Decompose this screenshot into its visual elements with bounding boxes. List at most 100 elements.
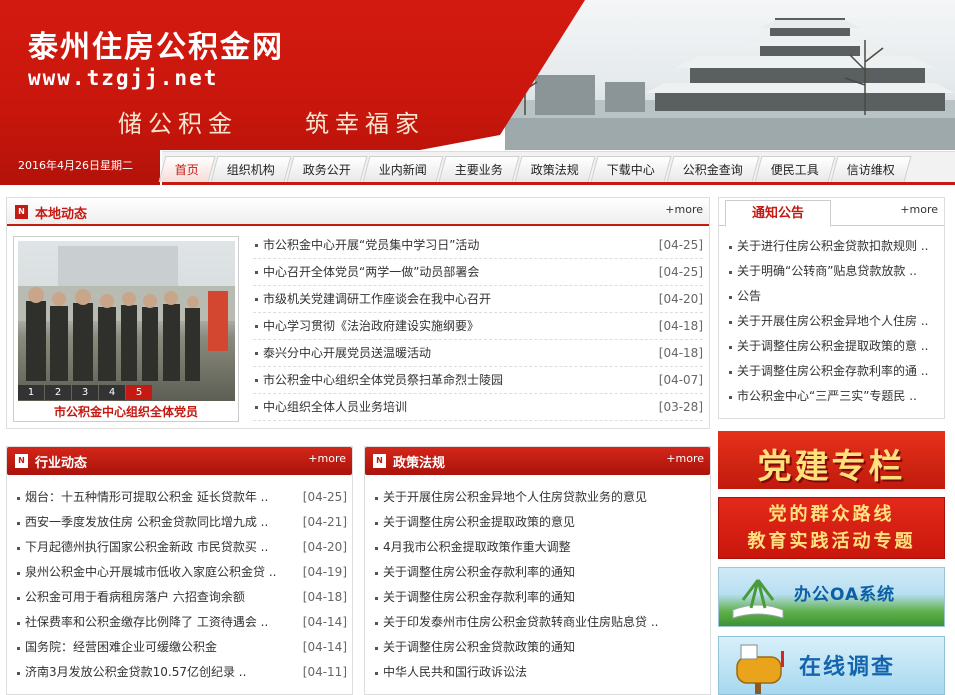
nav-item-main-business[interactable]: 主要业务 — [438, 156, 520, 182]
item-date: [04-14] — [302, 615, 347, 629]
list-item[interactable]: 市公积金中心组织全体党员祭扫革命烈士陵园 [04-07] — [253, 367, 703, 394]
slide-page-5[interactable]: 5 — [126, 385, 152, 400]
list-item[interactable]: 关于调整住房公积金存款利率的通知 — [373, 560, 705, 585]
mass-line-banner[interactable]: 党的群众路线 教育实践活动专题 — [718, 497, 945, 559]
site-url: www.tzgjj.net — [28, 66, 219, 90]
list-item[interactable]: 关于调整住房公积金贷款政策的通知 — [373, 635, 705, 660]
more-link[interactable]: +more — [900, 203, 938, 216]
nav-item-fund-query[interactable]: 公积金查询 — [666, 156, 760, 182]
item-title: 关于调整住房公积金提取政策的意见 — [383, 515, 576, 529]
list-item[interactable]: 泉州公积金中心开展城市低收入家庭公积金贷 .. [04-19] — [15, 560, 347, 585]
news-icon: N — [15, 454, 28, 468]
list-item[interactable]: 市公积金中心“三严三实”专题民 .. — [727, 384, 941, 409]
item-date: [04-18] — [658, 346, 703, 360]
more-link[interactable]: +more — [308, 452, 346, 465]
item-title: 中心学习贯彻《法治政府建设实施纲要》 — [263, 319, 480, 333]
list-item[interactable]: 中华人民共和国行政诉讼法 — [373, 660, 705, 685]
list-item[interactable]: 关于印发泰州市住房公积金贷款转商业住房贴息贷 .. — [373, 610, 705, 635]
item-title: 中心组织全体人员业务培训 — [263, 400, 408, 414]
list-item[interactable]: 关于调整住房公积金提取政策的意见 — [373, 510, 705, 535]
nav-item-petition[interactable]: 信访维权 — [830, 156, 912, 182]
main-nav: 首页 组织机构 政务公开 业内新闻 主要业务 政策法规 下载中心 公积金查询 便… — [158, 151, 955, 185]
item-date: [04-20] — [302, 540, 347, 554]
list-item[interactable]: 关于开展住房公积金异地个人住房 .. — [727, 309, 941, 334]
nav-item-organization[interactable]: 组织机构 — [210, 156, 292, 182]
list-item[interactable]: 关于调整住房公积金存款利率的通知 — [373, 585, 705, 610]
photo-caption[interactable]: 市公积金中心组织全体党员 — [14, 403, 238, 420]
nav-item-government-affairs[interactable]: 政务公开 — [286, 156, 368, 182]
item-title: 关于调整住房公积金存款利率的通知 — [383, 565, 576, 579]
tab-notice[interactable]: 通知公告 — [725, 200, 831, 227]
banner-text: 在线调查 — [799, 655, 896, 680]
slogan-right: 筑幸福家 — [305, 110, 425, 138]
list-item[interactable]: 中心召开全体党员“两学一做”动员部署会 [04-25] — [253, 259, 703, 286]
item-title: 下月起德州执行国家公积金新政 市民贷款买 .. — [25, 540, 269, 554]
item-date: [04-19] — [302, 565, 347, 579]
item-date: [04-20] — [658, 292, 703, 306]
list-item[interactable]: 国务院：经营困难企业可缓缴公积金 [04-14] — [15, 635, 347, 660]
item-date: [04-21] — [302, 515, 347, 529]
panel-header: N 本地动态 +more — [7, 198, 709, 226]
list-item[interactable]: 关于调整住房公积金提取政策的意 .. — [727, 334, 941, 359]
list-item[interactable]: 关于开展住房公积金异地个人住房贷款业务的意见 — [373, 485, 705, 510]
list-item[interactable]: 公告 — [727, 284, 941, 309]
item-date: [04-07] — [658, 373, 703, 387]
local-news-list: 市公积金中心开展“党员集中学习日”活动 [04-25] 中心召开全体党员“两学一做… — [253, 232, 703, 421]
item-date: [04-25] — [658, 265, 703, 279]
panel-title: 本地动态 — [35, 207, 88, 222]
list-item[interactable]: 西安一季度发放住房 公积金贷款同比增九成 .. [04-21] — [15, 510, 347, 535]
list-item[interactable]: 市公积金中心开展“党员集中学习日”活动 [04-25] — [253, 232, 703, 259]
item-title: 4月我市公积金提取政策作重大调整 — [383, 540, 571, 554]
list-item[interactable]: 济南3月发放公积金贷款10.57亿创纪录 .. [04-11] — [15, 660, 347, 685]
item-title: 中华人民共和国行政诉讼法 — [383, 665, 528, 679]
item-title: 关于调整住房公积金存款利率的通知 — [383, 590, 576, 604]
item-title: 关于进行住房公积金贷款扣款规则 .. — [737, 239, 929, 253]
item-date: [04-25] — [302, 490, 347, 504]
list-item[interactable]: 中心学习贯彻《法治政府建设实施纲要》 [04-18] — [253, 313, 703, 340]
nav-item-tools[interactable]: 便民工具 — [754, 156, 836, 182]
item-title: 市级机关党建调研工作座谈会在我中心召开 — [263, 292, 492, 306]
list-item[interactable]: 关于明确“公转商”贴息贷款放款 .. — [727, 259, 941, 284]
item-title: 关于调整住房公积金贷款政策的通知 — [383, 640, 576, 654]
nav-item-industry-news[interactable]: 业内新闻 — [362, 156, 444, 182]
list-item[interactable]: 社保费率和公积金缴存比例降了 工资待遇会 .. [04-14] — [15, 610, 347, 635]
banner-text: 办公OA系统 — [794, 585, 896, 605]
slide-page-4[interactable]: 4 — [99, 385, 125, 400]
item-title: 中心召开全体党员“两学一做”动员部署会 — [263, 265, 480, 279]
panel-title: 行业动态 — [35, 456, 88, 471]
nav-item-downloads[interactable]: 下载中心 — [590, 156, 672, 182]
list-item[interactable]: 泰兴分中心开展党员送温暖活动 [04-18] — [253, 340, 703, 367]
slide-page-2[interactable]: 2 — [45, 385, 71, 400]
nav-item-policy[interactable]: 政策法规 — [514, 156, 596, 182]
slogan-left: 储公积金 — [118, 110, 238, 138]
item-title: 泉州公积金中心开展城市低收入家庭公积金贷 .. — [25, 565, 277, 579]
item-title: 市公积金中心组织全体党员祭扫革命烈士陵园 — [263, 373, 504, 387]
item-title: 济南3月发放公积金贷款10.57亿创纪录 .. — [25, 665, 247, 679]
slide-page-1[interactable]: 1 — [18, 385, 44, 400]
list-item[interactable]: 公积金可用于看病租房落户 六招查询余额 [04-18] — [15, 585, 347, 610]
item-title: 社保费率和公积金缴存比例降了 工资待遇会 .. — [25, 615, 269, 629]
list-item[interactable]: 4月我市公积金提取政策作重大调整 — [373, 535, 705, 560]
nav-item-home[interactable]: 首页 — [158, 156, 216, 182]
item-title: 关于开展住房公积金异地个人住房 .. — [737, 314, 929, 328]
panel-header: 通知公告 +more — [719, 198, 944, 227]
panel-title: 政策法规 — [393, 456, 446, 471]
party-building-banner[interactable]: 党建专栏 — [718, 431, 945, 489]
online-survey-banner[interactable]: 在线调查 — [718, 636, 945, 695]
slide-page-3[interactable]: 3 — [72, 385, 98, 400]
list-item[interactable]: 烟台：十五种情形可提取公积金 延长贷款年 .. [04-25] — [15, 485, 347, 510]
news-photo[interactable] — [18, 241, 235, 401]
more-link[interactable]: +more — [666, 452, 704, 465]
pavilion-banner-image — [505, 0, 955, 150]
more-link[interactable]: +more — [665, 203, 703, 216]
list-item[interactable]: 市级机关党建调研工作座谈会在我中心召开 [04-20] — [253, 286, 703, 313]
item-date: [04-18] — [302, 590, 347, 604]
list-item[interactable]: 关于进行住房公积金贷款扣款规则 .. — [727, 234, 941, 259]
list-item[interactable]: 关于调整住房公积金存款利率的通 .. — [727, 359, 941, 384]
banner-text: 党建专栏 — [757, 447, 906, 487]
list-item[interactable]: 中心组织全体人员业务培训 [03-28] — [253, 394, 703, 421]
oa-system-banner[interactable]: 办公OA系统 — [718, 567, 945, 627]
notice-list: 关于进行住房公积金贷款扣款规则 .. 关于明确“公转商”贴息贷款放款 .. 公告… — [727, 234, 941, 409]
list-item[interactable]: 下月起德州执行国家公积金新政 市民贷款买 .. [04-20] — [15, 535, 347, 560]
policy-list: 关于开展住房公积金异地个人住房贷款业务的意见 关于调整住房公积金提取政策的意见 … — [373, 485, 705, 685]
